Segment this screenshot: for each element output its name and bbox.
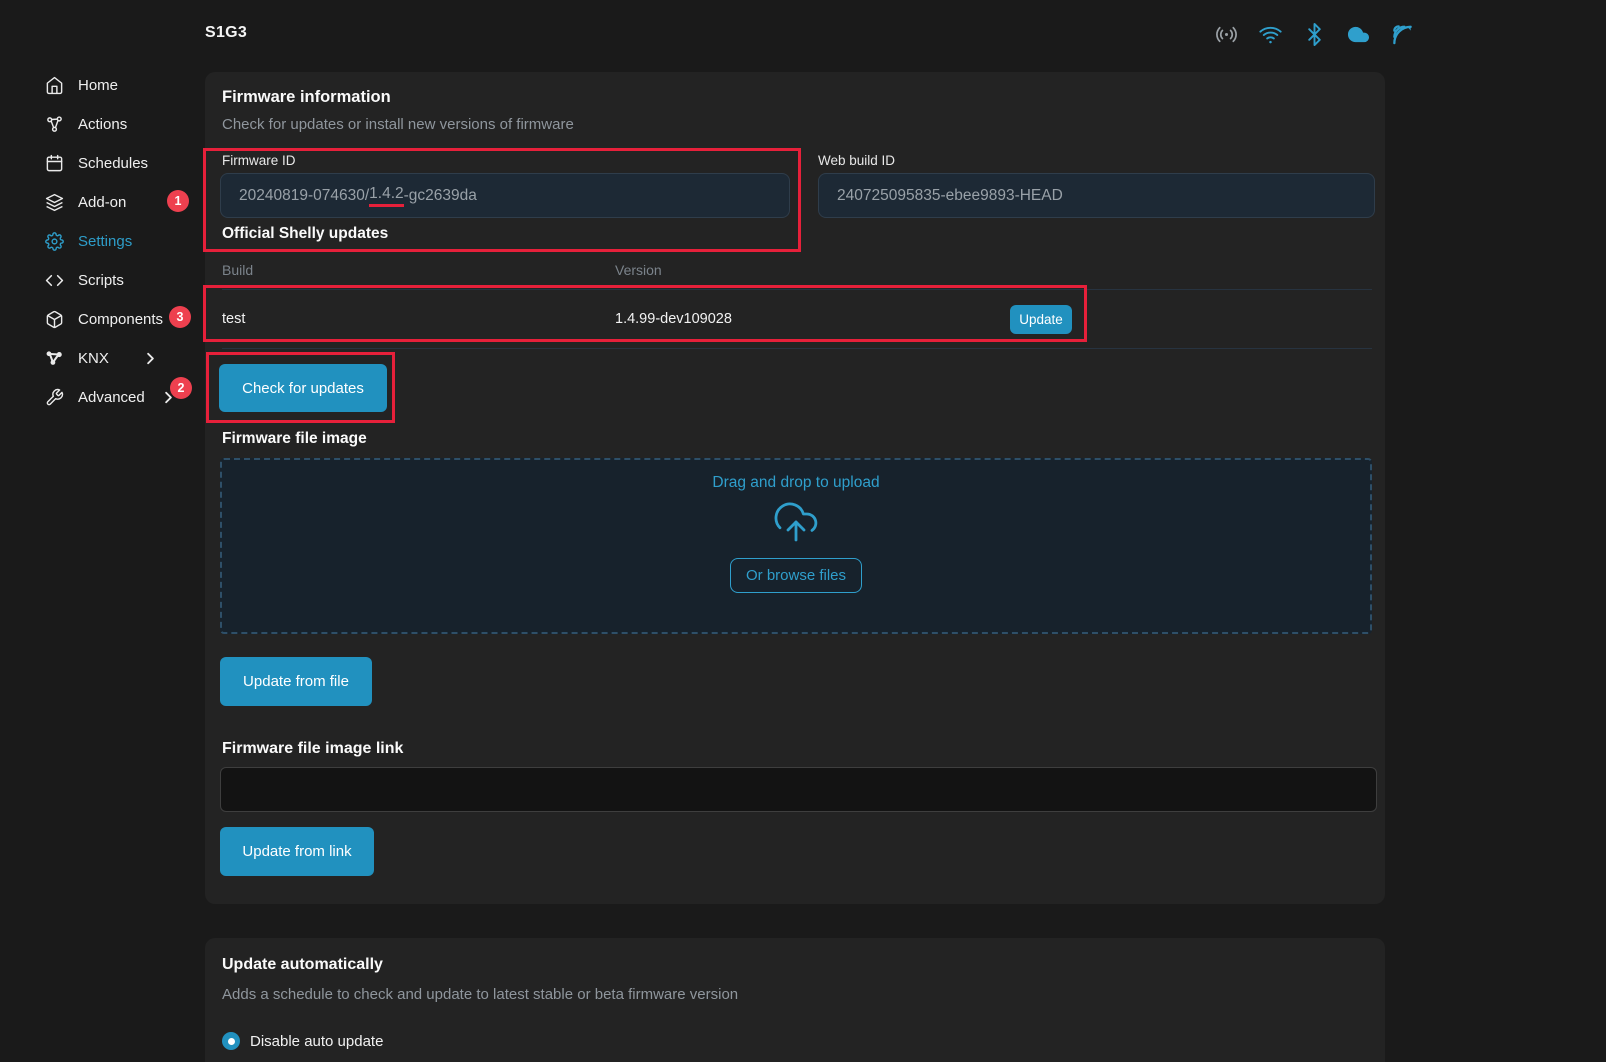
update-from-link-button[interactable]: Update from link: [220, 827, 374, 876]
firmware-file-dropzone[interactable]: Drag and drop to upload Or browse files: [220, 458, 1372, 634]
sidebar-item-knx[interactable]: KNX: [0, 339, 200, 378]
update-automatically-card: Update automatically Adds a schedule to …: [205, 938, 1385, 1062]
web-build-id-value: 240725095835-ebee9893-HEAD: [837, 187, 1063, 205]
app-window: S1G3: [0, 0, 1606, 1062]
column-header-build: Build: [222, 262, 615, 278]
sidebar-item-scripts[interactable]: Scripts: [0, 261, 200, 300]
firmware-id-value-marked: 1.4.2: [369, 185, 403, 207]
sidebar-item-label: Schedules: [78, 155, 148, 172]
update-button[interactable]: Update: [1010, 305, 1072, 334]
layers-icon: [45, 193, 64, 212]
chevron-right-icon: [141, 349, 160, 368]
auto-update-option-row: Disable auto update: [222, 1032, 383, 1050]
official-updates-table: Build Version test 1.4.99-dev109028 Upda…: [222, 262, 1372, 349]
cloud-icon[interactable]: [1347, 23, 1370, 46]
radio-option-label[interactable]: Disable auto update: [250, 1033, 383, 1050]
browse-files-button[interactable]: Or browse files: [730, 558, 862, 593]
gear-icon: [45, 232, 64, 251]
firmware-id-label: Firmware ID: [222, 153, 296, 168]
build-cell: test: [222, 311, 615, 327]
upload-cloud-icon: [772, 498, 820, 546]
sidebar-item-label: Settings: [78, 233, 132, 250]
knx-network-icon: [45, 349, 64, 368]
firmware-id-value-suffix: -gc2639da: [404, 187, 477, 205]
official-updates-heading: Official Shelly updates: [222, 225, 388, 243]
sidebar-item-home[interactable]: Home: [0, 66, 200, 105]
wifi-icon[interactable]: [1259, 23, 1282, 46]
firmware-link-input[interactable]: [220, 767, 1377, 812]
web-build-id-input[interactable]: 240725095835-ebee9893-HEAD: [818, 173, 1375, 218]
firmware-file-image-link-heading: Firmware file image link: [222, 740, 403, 758]
table-row: test 1.4.99-dev109028 Update: [222, 290, 1372, 349]
calendar-icon: [45, 154, 64, 173]
sidebar-item-label: KNX: [78, 350, 109, 367]
web-build-id-label: Web build ID: [818, 153, 895, 168]
sidebar-item-label: Add-on: [78, 194, 126, 211]
update-from-file-button[interactable]: Update from file: [220, 657, 372, 706]
annotation-badge-3: 3: [169, 306, 191, 328]
status-icon-bar: [1215, 23, 1414, 46]
box-icon: [45, 310, 64, 329]
check-for-updates-button[interactable]: Check for updates: [219, 364, 387, 412]
annotation-badge-1: 1: [167, 190, 189, 212]
card-subtitle: Check for updates or install new version…: [222, 116, 574, 133]
code-icon: [45, 271, 64, 290]
sidebar-item-label: Actions: [78, 116, 127, 133]
dropzone-text: Drag and drop to upload: [712, 474, 879, 492]
sidebar-item-schedules[interactable]: Schedules: [0, 144, 200, 183]
firmware-id-input[interactable]: 20240819-074630/1.4.2-gc2639da: [220, 173, 790, 218]
sidebar-item-label: Home: [78, 77, 118, 94]
sidebar-item-label: Advanced: [78, 389, 145, 406]
table-header-row: Build Version: [222, 262, 1372, 290]
sidebar-item-settings[interactable]: Settings: [0, 222, 200, 261]
device-title: S1G3: [205, 24, 247, 42]
sidebar-item-label: Scripts: [78, 272, 124, 289]
firmware-information-card: Firmware information Check for updates o…: [205, 72, 1385, 904]
card-title: Update automatically: [222, 956, 383, 974]
actions-icon: [45, 115, 64, 134]
firmware-id-value-prefix: 20240819-074630/: [239, 187, 369, 205]
card-title: Firmware information: [222, 88, 391, 107]
card-subtitle: Adds a schedule to check and update to l…: [222, 986, 738, 1003]
home-icon: [45, 76, 64, 95]
sidebar: Home Actions Schedules Add-on Settings S…: [0, 66, 200, 417]
radio-selected-icon[interactable]: [222, 1032, 240, 1050]
column-header-version: Version: [615, 262, 1372, 278]
access-point-icon[interactable]: [1215, 23, 1238, 46]
mqtt-icon[interactable]: [1391, 23, 1414, 46]
firmware-file-image-heading: Firmware file image: [222, 430, 367, 448]
annotation-badge-2: 2: [170, 377, 192, 399]
bluetooth-icon[interactable]: [1303, 23, 1326, 46]
wrench-icon: [45, 388, 64, 407]
sidebar-item-label: Components: [78, 311, 163, 328]
sidebar-item-actions[interactable]: Actions: [0, 105, 200, 144]
version-cell: 1.4.99-dev109028: [615, 311, 1372, 327]
